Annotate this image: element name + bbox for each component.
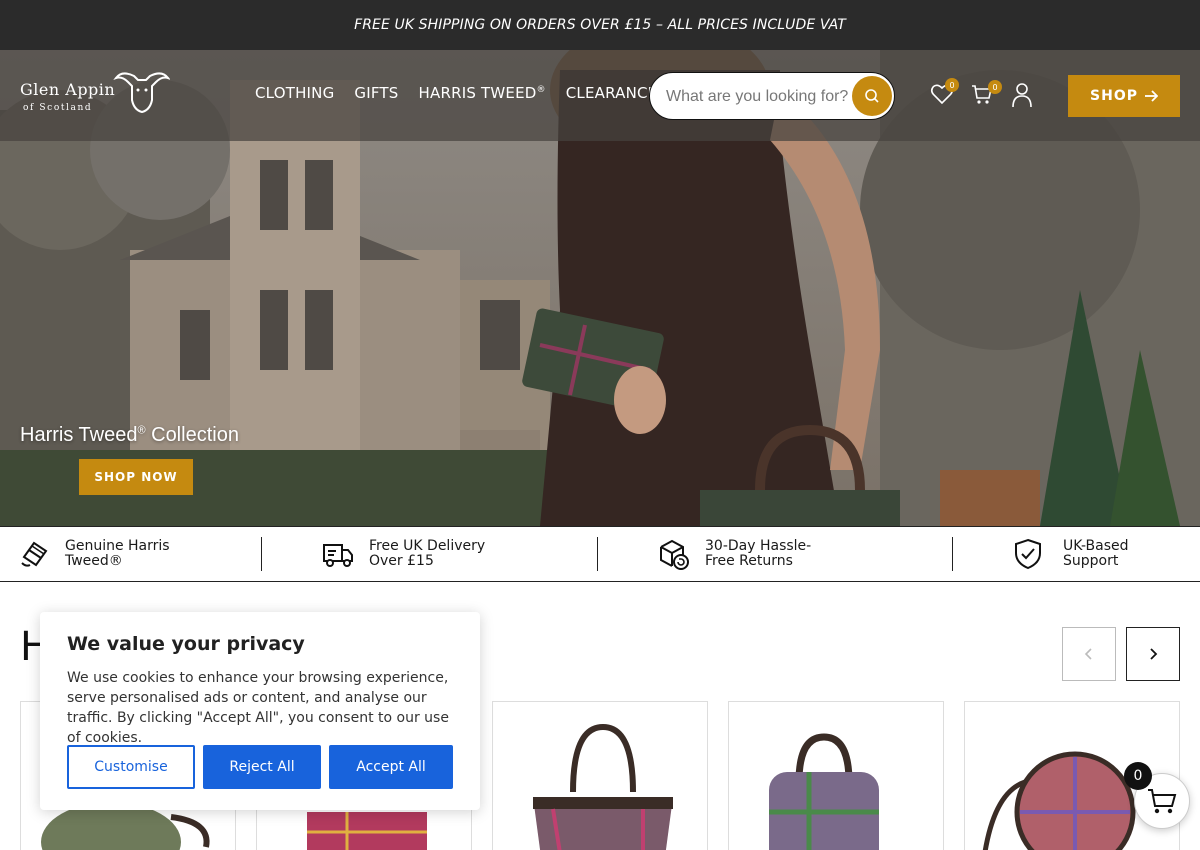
usp-line1: Free UK Delivery	[369, 538, 486, 554]
nav-gifts[interactable]: GIFTS	[354, 84, 398, 102]
cookie-consent-banner: We value your privacy We use cookies to …	[40, 612, 480, 810]
user-icon	[1012, 83, 1032, 108]
arrow-right-icon	[1144, 90, 1158, 102]
wishlist-button[interactable]: 0	[930, 78, 959, 110]
main-nav: CLOTHING GIFTS HARRIS TWEED® CLEARANCE	[255, 84, 657, 102]
divider	[952, 537, 953, 571]
usp-line2: Support	[1063, 553, 1119, 569]
returns-box-icon	[660, 539, 689, 570]
usp-line2: Over £15	[369, 553, 434, 569]
product-card[interactable]	[728, 701, 944, 850]
hero-title: Harris Tweed® Collection	[20, 424, 239, 446]
shop-now-button[interactable]: SHOP NOW	[79, 459, 193, 495]
search-bar	[649, 72, 895, 120]
shop-button[interactable]: SHOP	[1068, 75, 1180, 117]
nav-harris-tweed[interactable]: HARRIS TWEED®	[419, 84, 546, 102]
usp-support: UK-Based Support	[1014, 527, 1129, 581]
announcement-text: FREE UK SHIPPING ON ORDERS OVER £15 – AL…	[354, 17, 846, 33]
wishlist-count-badge: 0	[945, 78, 959, 92]
cookie-title: We value your privacy	[67, 633, 305, 655]
divider	[261, 537, 262, 571]
carousel-next-button[interactable]	[1126, 627, 1180, 681]
cookie-reject-button[interactable]: Reject All	[203, 745, 321, 789]
usp-returns: 30-Day Hassle- Free Returns	[658, 527, 811, 581]
cart-button[interactable]: 0	[970, 80, 1002, 110]
delivery-truck-icon	[323, 544, 353, 567]
highland-cow-icon	[113, 72, 170, 114]
glen-appin-logo[interactable]: Glen Appin of Scotland	[20, 70, 172, 118]
shield-check-icon	[1015, 538, 1041, 570]
usp-line2: Free Returns	[705, 553, 793, 569]
cart-count-badge: 0	[988, 80, 1002, 94]
cookie-customise-button[interactable]: Customise	[67, 745, 195, 789]
usp-line1: 30-Day Hassle-	[705, 538, 812, 554]
site-header: Glen Appin of Scotland CLOTHING GIFTS HA…	[0, 50, 1200, 141]
search-icon	[865, 89, 879, 103]
floating-cart-count-badge: 0	[1124, 762, 1152, 790]
account-button[interactable]	[1010, 82, 1034, 112]
logo-name: Glen Appin	[20, 80, 116, 99]
chevron-left-icon	[1084, 648, 1092, 660]
search-button[interactable]	[852, 76, 892, 116]
logo-subtitle: of Scotland	[23, 103, 93, 113]
tweed-badge-icon	[21, 541, 48, 567]
usp-line1: Genuine Harris	[65, 538, 170, 554]
chevron-right-icon	[1150, 648, 1158, 660]
nav-clothing[interactable]: CLOTHING	[255, 84, 334, 102]
usp-line1: UK-Based	[1063, 538, 1129, 554]
cookie-accept-button[interactable]: Accept All	[329, 745, 453, 789]
shop-button-label: SHOP	[1090, 88, 1138, 104]
product-image	[769, 733, 879, 850]
product-image	[533, 723, 673, 850]
usp-strip: Genuine Harris Tweed® Free UK Delivery Ove…	[0, 526, 1200, 582]
nav-clearance[interactable]: CLEARANCE	[566, 84, 658, 102]
cart-icon	[1148, 789, 1177, 814]
usp-genuine-tweed: Genuine Harris Tweed®	[20, 527, 170, 581]
search-input[interactable]	[666, 85, 854, 109]
cookie-body: We use cookies to enhance your browsing …	[67, 670, 449, 746]
divider	[597, 537, 598, 571]
usp-free-delivery: Free UK Delivery Over £15	[322, 527, 485, 581]
announcement-bar: FREE UK SHIPPING ON ORDERS OVER £15 – AL…	[0, 0, 1200, 50]
carousel-prev-button[interactable]	[1062, 627, 1116, 681]
usp-line2: Tweed®	[65, 553, 123, 569]
product-card[interactable]	[492, 701, 708, 850]
